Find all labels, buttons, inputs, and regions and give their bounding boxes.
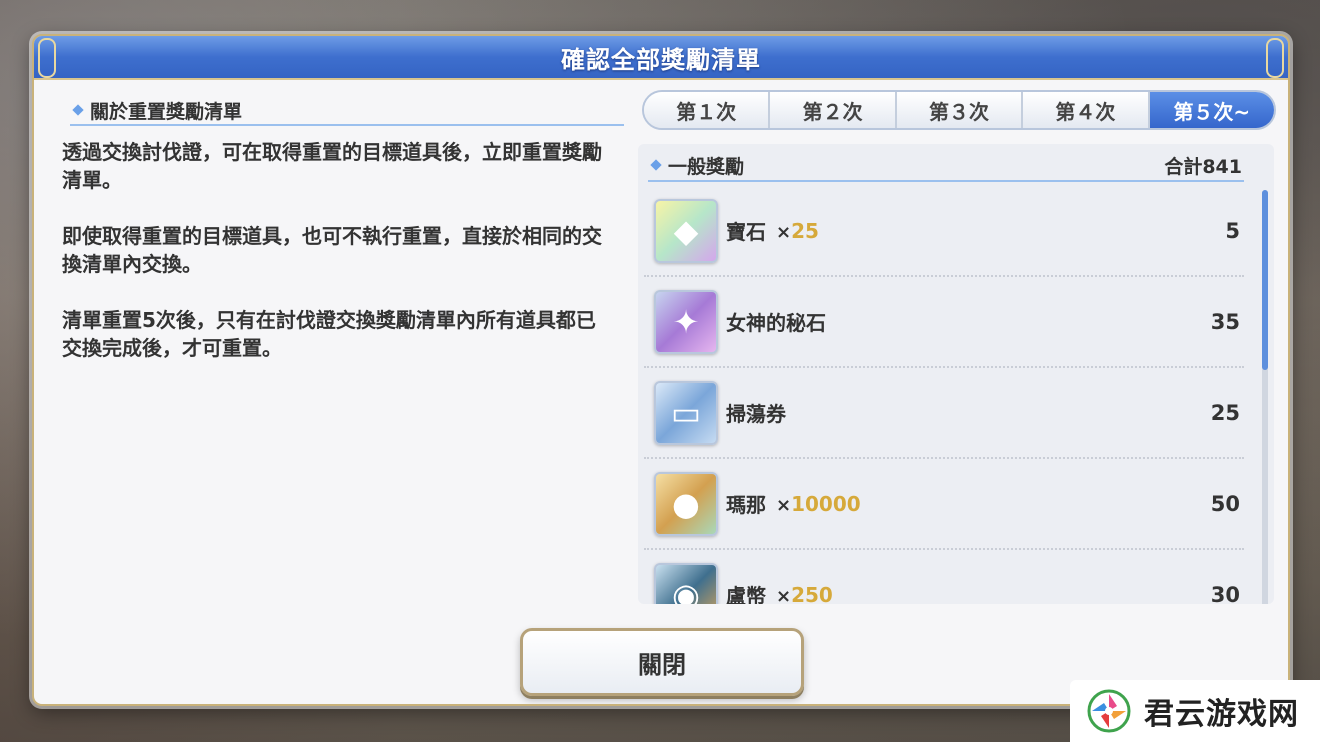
scroll-thumb[interactable]: [1262, 190, 1268, 370]
list-item: ● 瑪那 ×10000 50: [644, 459, 1244, 550]
corner-ornament-right-icon: [1266, 38, 1284, 78]
gem-icon[interactable]: ◆: [654, 198, 718, 263]
reward-list-dialog: 確認全部獎勵清單 關於重置獎勵清單 透過交換討伐證，可在取得重置的目標道具後，立…: [32, 34, 1290, 706]
site-watermark: 君云游戏网: [1070, 680, 1320, 742]
reward-panel[interactable]: 一般獎勵 合計841 ◆ 寶石 ×25 5 ✦ 女神的秘石 35 ▭ 掃蕩券 2…: [638, 144, 1274, 604]
item-name: 盧幣: [726, 584, 766, 604]
diamond-bullet-icon: [72, 104, 84, 116]
item-quantity: ×25: [776, 218, 819, 243]
item-count: 30: [1210, 582, 1240, 605]
item-name: 瑪那: [726, 493, 766, 517]
info-heading-text: 關於重置獎勵清單: [90, 100, 243, 123]
list-item: ▭ 掃蕩券 25: [644, 368, 1244, 459]
tab-round-5[interactable]: 第５次~: [1149, 92, 1274, 128]
item-quantity: ×10000: [776, 491, 861, 516]
dialog-header: 確認全部獎勵清單: [34, 36, 1288, 80]
info-paragraph: 清單重置5次後，只有在討伐證交換獎勵清單內所有道具都已交換完成後，才可重置。: [62, 308, 596, 360]
info-heading: 關於重置獎勵清單: [70, 96, 624, 126]
reward-heading-text: 一般獎勵: [668, 155, 745, 178]
info-paragraph: 即使取得重置的目標道具，也可不執行重置，直接於相同的交換清單內交換。: [62, 224, 602, 276]
close-button[interactable]: 關閉: [520, 628, 804, 696]
reward-list: ◆ 寶石 ×25 5 ✦ 女神的秘石 35 ▭ 掃蕩券 25 ● 瑪那 ×100…: [638, 186, 1258, 604]
item-count: 5: [1225, 218, 1240, 243]
info-body: 透過交換討伐證，可在取得重置的目標道具後，立即重置獎勵清單。 即使取得重置的目標…: [62, 138, 602, 390]
goddess-stone-icon[interactable]: ✦: [654, 289, 718, 354]
item-count: 50: [1210, 491, 1240, 516]
list-item: ◉ 盧幣 ×250 30: [644, 550, 1244, 604]
watermark-text: 君云游戏网: [1144, 697, 1299, 732]
list-item: ◆ 寶石 ×25 5: [644, 186, 1244, 277]
item-count: 25: [1210, 400, 1240, 425]
tab-round-1[interactable]: 第１次: [644, 92, 771, 128]
tab-round-4[interactable]: 第４次: [1023, 92, 1150, 128]
close-button-label: 關閉: [638, 650, 686, 679]
info-paragraph: 透過交換討伐證，可在取得重置的目標道具後，立即重置獎勵清單。: [62, 140, 602, 192]
tab-round-3[interactable]: 第３次: [896, 92, 1024, 128]
reward-heading: 一般獎勵 合計841: [648, 150, 1244, 182]
diamond-bullet-icon: [650, 159, 662, 171]
item-name: 寶石: [726, 220, 766, 244]
sweep-ticket-icon[interactable]: ▭: [654, 380, 718, 445]
item-count: 35: [1210, 309, 1240, 334]
reward-scrollbar[interactable]: [1262, 190, 1268, 604]
mana-icon[interactable]: ●: [654, 471, 718, 536]
watermark-logo-icon: [1087, 689, 1131, 733]
tab-round-2[interactable]: 第２次: [770, 92, 897, 128]
corner-ornament-left-icon: [38, 38, 56, 78]
item-name: 掃蕩券: [726, 402, 786, 426]
dialog-title: 確認全部獎勵清單: [561, 45, 761, 74]
rupee-coin-icon[interactable]: ◉: [654, 562, 718, 604]
item-name: 女神的秘石: [726, 311, 826, 335]
item-quantity: ×250: [776, 582, 833, 605]
reset-round-tabs: 第１次 第２次 第３次 第４次 第５次~: [642, 90, 1276, 130]
list-item: ✦ 女神的秘石 35: [644, 277, 1244, 368]
reward-total: 合計841: [1164, 155, 1242, 178]
